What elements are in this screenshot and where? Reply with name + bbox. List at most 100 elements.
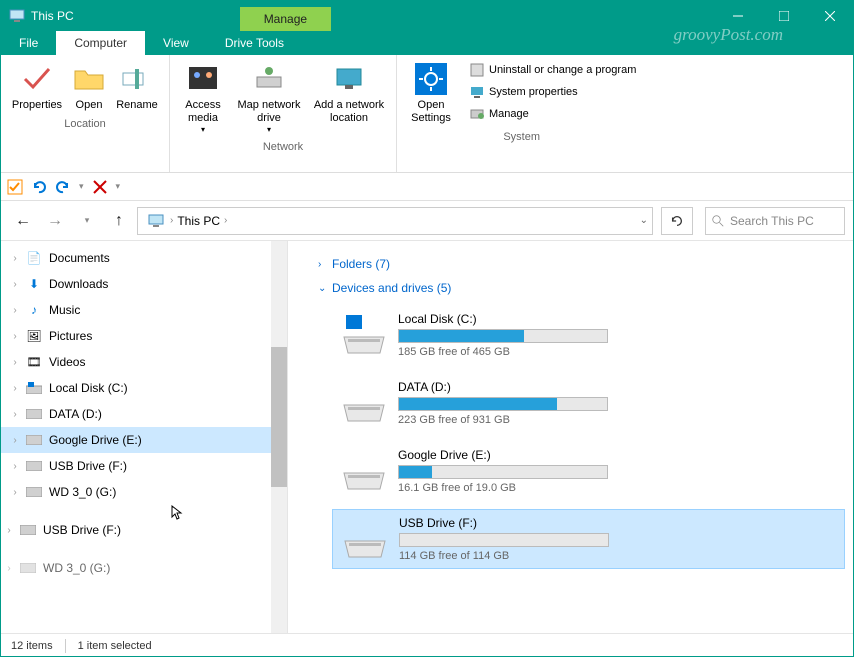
access-media-button[interactable]: Access media▾: [176, 59, 230, 139]
drive-name: Google Drive (E:): [398, 448, 608, 462]
status-item-count: 12 items: [11, 640, 53, 652]
documents-icon: 📄: [25, 250, 43, 266]
drive-name: DATA (D:): [398, 380, 608, 394]
open-button[interactable]: Open: [67, 59, 111, 116]
search-icon: [712, 215, 724, 227]
nav-item-local-c[interactable]: ›Local Disk (C:): [1, 375, 287, 401]
chevron-right-icon: ›: [7, 331, 23, 342]
add-location-button[interactable]: Add a network location: [308, 59, 390, 139]
address-bar[interactable]: › This PC › ⌄: [137, 207, 653, 235]
address-dropdown-icon[interactable]: ⌄: [640, 215, 648, 226]
system-properties-button[interactable]: System properties: [465, 81, 640, 103]
tab-file[interactable]: File: [1, 31, 56, 55]
drive-item[interactable]: DATA (D:) 223 GB free of 931 GB: [332, 373, 845, 433]
chevron-right-icon: ›: [7, 279, 23, 290]
drive-icon: [340, 449, 388, 493]
search-input[interactable]: Search This PC: [705, 207, 845, 235]
search-placeholder: Search This PC: [730, 214, 814, 228]
titlebar: This PC Manage groovyPost.com: [1, 1, 853, 31]
nav-scroll-thumb[interactable]: [271, 347, 287, 487]
properties-icon: [21, 63, 53, 95]
drive-item[interactable]: Local Disk (C:) 185 GB free of 465 GB: [332, 305, 845, 365]
network-location-icon: [333, 63, 365, 95]
map-drive-button[interactable]: Map network drive▾: [230, 59, 308, 139]
ribbon-group-network: Access media▾ Map network drive▾ Add a n…: [170, 55, 397, 172]
tab-drive-tools[interactable]: Drive Tools: [207, 31, 302, 55]
watermark: groovyPost.com: [674, 25, 783, 45]
chevron-right-icon: ›: [7, 357, 23, 368]
chevron-right-icon: ›: [7, 461, 23, 472]
network-group-label: Network: [176, 139, 390, 157]
drive-free-text: 223 GB free of 931 GB: [398, 414, 608, 426]
chevron-right-icon: ›: [7, 305, 23, 316]
close-button[interactable]: [807, 1, 853, 31]
music-icon: ♪: [25, 302, 43, 318]
nav-item-videos[interactable]: ›🎞Videos: [1, 349, 287, 375]
drive-icon: [341, 517, 389, 561]
nav-item-pictures[interactable]: ›🖼Pictures: [1, 323, 287, 349]
drive-item[interactable]: Google Drive (E:) 16.1 GB free of 19.0 G…: [332, 441, 845, 501]
undo-icon[interactable]: [31, 179, 47, 195]
nav-item-music[interactable]: ›♪Music: [1, 297, 287, 323]
properties-label: Properties: [12, 99, 62, 112]
rename-button[interactable]: Rename: [111, 59, 163, 116]
tab-view[interactable]: View: [145, 31, 207, 55]
nav-item-wd-g-root[interactable]: ›WD 3_0 (G:): [1, 555, 287, 581]
usb-icon: [19, 522, 37, 538]
chevron-right-icon: ›: [318, 259, 332, 270]
chevron-right-icon: ›: [1, 525, 17, 536]
ribbon-group-system: Open Settings Uninstall or change a prog…: [397, 55, 646, 172]
up-button[interactable]: ↑: [105, 207, 133, 235]
nav-item-usb-f[interactable]: ›USB Drive (F:): [1, 453, 287, 479]
drive-name: Local Disk (C:): [398, 312, 608, 326]
tab-computer[interactable]: Computer: [56, 31, 145, 55]
folder-open-icon: [73, 63, 105, 95]
drive-icon: [25, 432, 43, 448]
manage-button[interactable]: Manage: [465, 103, 640, 125]
media-icon: [187, 63, 219, 95]
drive-icon: [25, 380, 43, 396]
redo-icon[interactable]: [55, 179, 71, 195]
checkbox-icon[interactable]: [7, 179, 23, 195]
nav-item-wd-g[interactable]: ›WD 3_0 (G:): [1, 479, 287, 505]
recent-dropdown[interactable]: ▾: [73, 207, 101, 235]
content-pane: ›Folders (7) ⌄Devices and drives (5) Loc…: [287, 241, 853, 633]
drive-usage-bar: [398, 329, 608, 343]
forward-button[interactable]: →: [41, 207, 69, 235]
drive-usage-bar: [398, 465, 608, 479]
nav-item-documents[interactable]: ›📄Documents: [1, 245, 287, 271]
open-label: Open: [76, 99, 103, 112]
chevron-right-icon: ›: [7, 253, 23, 264]
chevron-right-icon: ›: [1, 563, 17, 574]
refresh-button[interactable]: [661, 207, 693, 235]
folders-group-header[interactable]: ›Folders (7): [318, 257, 845, 271]
ribbon-group-location: Properties Open Rename Location: [1, 55, 170, 172]
drive-name: USB Drive (F:): [399, 516, 609, 530]
drive-item[interactable]: USB Drive (F:) 114 GB free of 114 GB: [332, 509, 845, 569]
access-media-label: Access media: [178, 99, 228, 125]
nav-item-data-d[interactable]: ›DATA (D:): [1, 401, 287, 427]
manage-tab[interactable]: Manage: [240, 7, 331, 31]
nav-pane: ›📄Documents ›⬇Downloads ›♪Music ›🖼Pictur…: [1, 241, 287, 633]
this-pc-icon: [148, 213, 164, 229]
refresh-icon: [670, 214, 684, 228]
nav-item-google-e[interactable]: ›Google Drive (E:): [1, 427, 287, 453]
location-group-label: Location: [7, 116, 163, 134]
usb-icon: [25, 484, 43, 500]
drive-usage-bar: [398, 397, 608, 411]
properties-button[interactable]: Properties: [7, 59, 67, 116]
drive-icon: [25, 406, 43, 422]
main-area: ›📄Documents ›⬇Downloads ›♪Music ›🖼Pictur…: [1, 241, 853, 633]
delete-x-icon[interactable]: [92, 179, 108, 195]
pictures-icon: 🖼: [25, 328, 43, 344]
manage-icon: [469, 106, 485, 122]
system-group-label: System: [403, 129, 640, 147]
nav-item-downloads[interactable]: ›⬇Downloads: [1, 271, 287, 297]
back-button[interactable]: ←: [9, 207, 37, 235]
open-settings-button[interactable]: Open Settings: [403, 59, 459, 129]
nav-item-usb-f-root[interactable]: ›USB Drive (F:): [1, 517, 287, 543]
drive-usage-bar: [399, 533, 609, 547]
uninstall-button[interactable]: Uninstall or change a program: [465, 59, 640, 81]
devices-group-header[interactable]: ⌄Devices and drives (5): [318, 281, 845, 295]
status-selected-count: 1 item selected: [78, 640, 152, 652]
